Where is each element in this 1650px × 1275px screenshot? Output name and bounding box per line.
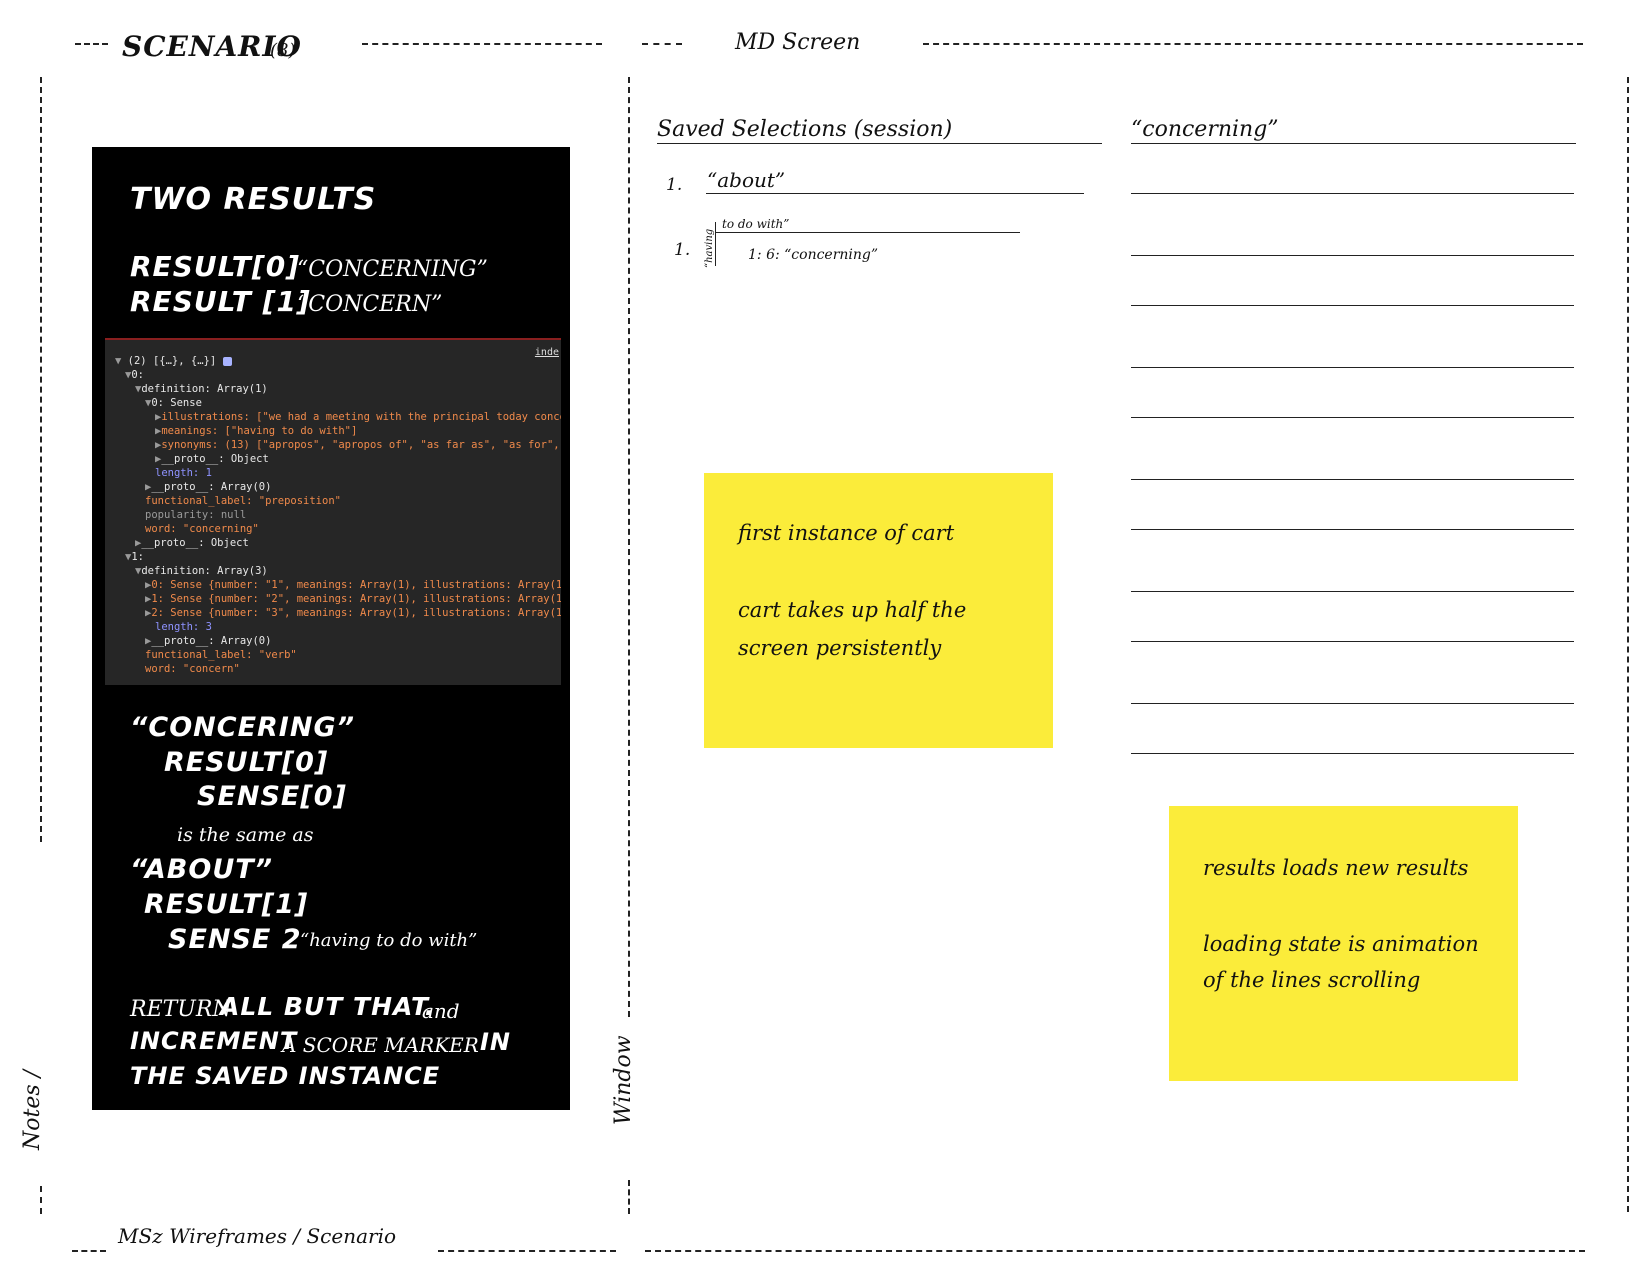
footer-divider-right	[645, 1250, 1585, 1252]
console-line: length: 3	[155, 621, 212, 633]
and-word: and	[422, 999, 460, 1023]
left-border	[40, 77, 42, 842]
sticky-cart-line-3: screen persistently	[738, 636, 942, 660]
console-line: ▶synonyms: (13) ["apropos", "apropos of"…	[155, 439, 561, 451]
result-line	[1131, 591, 1574, 592]
result-line	[1131, 367, 1574, 368]
note-result: RESULT[0]	[164, 747, 329, 778]
saved-item-number: 1.	[666, 175, 683, 195]
footer-divider-left	[72, 1250, 106, 1252]
saved-item-about[interactable]: “about”	[707, 168, 785, 192]
result0-value: “CONCERNING”	[297, 257, 488, 282]
console-line: ▼definition: Array(3)	[135, 565, 268, 577]
sticky-note-cart: first instance of cart cart takes up hal…	[704, 473, 1053, 748]
result-line	[1131, 417, 1574, 418]
sticky-cart-line-2: cart takes up half the	[738, 598, 967, 622]
header-divider-mid	[362, 43, 602, 45]
header-divider-right-b	[923, 43, 1583, 45]
console-line: ▼ (2) [{…}, {…}]	[115, 354, 232, 368]
note-word: “CONCERING”	[130, 712, 355, 743]
info-badge-icon	[222, 356, 232, 366]
panel-heading: TWO RESULTS	[130, 182, 377, 217]
right-border	[1627, 77, 1629, 1212]
about-meaning: “having to do with”	[300, 930, 478, 951]
header-divider-right-a	[642, 43, 682, 45]
increment-word: INCREMENT	[130, 1027, 298, 1055]
result-line	[1131, 641, 1574, 642]
console-line: functional_label: "verb"	[145, 649, 297, 661]
console-line: ▶__proto__: Array(0)	[145, 481, 272, 493]
console-line: ▶1: Sense {number: "2", meanings: Array(…	[145, 593, 561, 605]
sticky-results-line-1: results loads new results	[1203, 856, 1469, 880]
saved-item-underline	[706, 193, 1084, 194]
result-line	[1131, 703, 1574, 704]
center-border	[628, 77, 630, 1017]
saved-heading-underline	[657, 143, 1102, 144]
saved-item-sub-concerning[interactable]: 1: 6: “concerning”	[748, 247, 878, 263]
console-line: popularity: null	[145, 509, 247, 521]
console-line: functional_label: "preposition"	[145, 495, 341, 507]
result-line	[1131, 193, 1574, 194]
console-line: word: "concerning"	[145, 523, 259, 535]
result1-label: RESULT [1]	[130, 285, 311, 318]
result1-value: “CONCERN”	[297, 292, 443, 317]
sticky-results-line-2: loading state is animation	[1203, 932, 1479, 956]
saved-item-top-underline	[715, 232, 1020, 233]
console-line: ▼1:	[125, 551, 144, 563]
score-marker-text: A SCORE MARKER	[282, 1033, 479, 1057]
scenario-count: (8)	[270, 40, 296, 61]
console-line: ▶2: Sense {number: "3", meanings: Array(…	[145, 607, 561, 619]
console-line: ▶illustrations: ["we had a meeting with …	[155, 411, 561, 423]
note-sense: SENSE[0]	[197, 781, 347, 812]
results-heading-underline	[1131, 143, 1576, 144]
about-sense: SENSE 2	[168, 924, 302, 955]
sticky-results-line-3: of the lines scrolling	[1203, 968, 1421, 992]
return-word: RETURN	[130, 997, 232, 1022]
same-as-text: is the same as	[177, 824, 314, 846]
sticky-cart-line-1: first instance of cart	[738, 521, 955, 545]
results-heading: “concerning”	[1131, 117, 1279, 142]
saved-item-having-side: “having	[704, 228, 715, 268]
result-line	[1131, 305, 1574, 306]
about-result: RESULT[1]	[144, 889, 309, 920]
console-line: length: 1	[155, 467, 212, 479]
screen-title: MD Screen	[735, 30, 861, 55]
console-line: ▶__proto__: Array(0)	[145, 635, 272, 647]
result0-label: RESULT[0]	[130, 250, 300, 283]
window-label: Window	[611, 1035, 636, 1125]
console-line: word: "concern"	[145, 663, 240, 675]
footer-divider-mid	[438, 1250, 616, 1252]
console-line: ▶__proto__: Object	[135, 537, 249, 549]
center-border-bottom	[628, 1180, 630, 1214]
console-line: ▶0: Sense {number: "1", meanings: Array(…	[145, 579, 561, 591]
result-line	[1131, 529, 1574, 530]
in-word: IN	[480, 1028, 512, 1056]
sticky-note-results: results loads new results loading state …	[1169, 806, 1518, 1081]
saved-selections-heading: Saved Selections (session)	[657, 117, 953, 142]
left-border-bottom	[40, 1186, 42, 1214]
footer-title: MSz Wireframes / Scenario	[118, 1224, 397, 1248]
console-line: ▶__proto__: Object	[155, 453, 269, 465]
all-but-that: ALL BUT THAT.	[220, 992, 436, 1021]
console-line: ▼0: Sense	[145, 397, 202, 409]
saved-item-bracket	[715, 222, 716, 266]
saved-instance-text: THE SAVED INSTANCE	[130, 1062, 441, 1090]
result-line	[1131, 479, 1574, 480]
saved-item-having-top[interactable]: to do with”	[722, 217, 789, 231]
console-line: ▼definition: Array(1)	[135, 383, 268, 395]
console-line: ▼0:	[125, 369, 144, 381]
console-line: ▶meanings: ["having to do with"]	[155, 425, 358, 437]
about-word: “ABOUT”	[130, 854, 274, 885]
header-divider-left	[75, 43, 108, 45]
console-link[interactable]: inde	[535, 346, 559, 360]
console-output: inde ▼ (2) [{…}, {…}] ▼0: ▼definition: A…	[105, 338, 561, 685]
result-line	[1131, 753, 1574, 754]
saved-item-number: 1.	[674, 240, 691, 260]
result-line	[1131, 255, 1574, 256]
notes-label: Notes /	[20, 1069, 45, 1150]
